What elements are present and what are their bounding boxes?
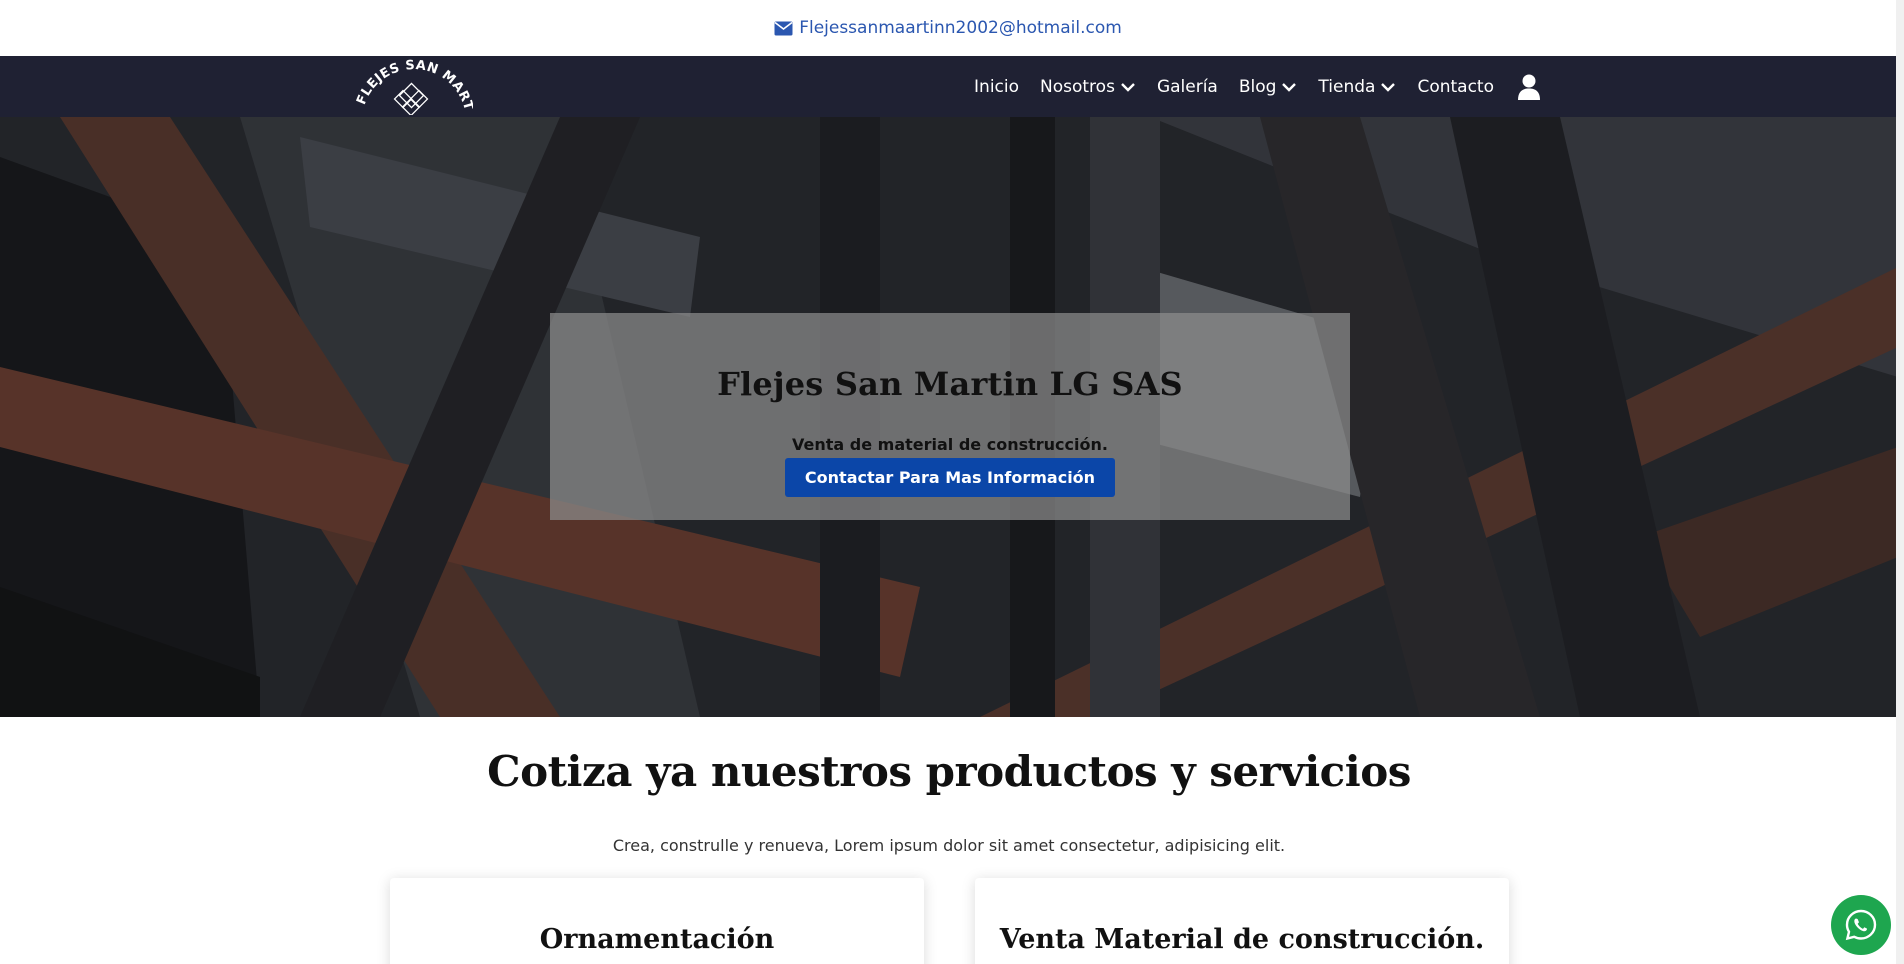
- service-card-ornamentacion[interactable]: Ornamentación: [390, 878, 924, 964]
- top-contact-bar: Flejessanmaartinn2002@hotmail.com: [0, 0, 1904, 56]
- nav-label: Contacto: [1417, 76, 1494, 97]
- nav-label: Nosotros: [1040, 76, 1115, 97]
- nav-item-inicio[interactable]: Inicio: [974, 77, 1019, 97]
- nav-item-galeria[interactable]: Galería: [1157, 77, 1218, 97]
- hero-title: Flejes San Martin LG SAS: [717, 365, 1183, 403]
- contact-cta-button[interactable]: Contactar Para Mas Información: [784, 458, 1116, 497]
- services-subtitle: Crea, construlle y renueva, Lorem ipsum …: [612, 836, 1286, 855]
- hero-subtitle: Venta de material de construcción.: [792, 435, 1108, 454]
- email-text: Flejessanmaartinn2002@hotmail.com: [799, 18, 1122, 38]
- flejes-san-martin-logo[interactable]: FLEJES SAN MARTIN: [355, 59, 473, 115]
- user-icon[interactable]: [1517, 73, 1541, 101]
- services-title: Cotiza ya nuestros productos y servicios: [487, 747, 1411, 796]
- envelope-icon: [774, 21, 793, 35]
- hero-banner: Flejes San Martin LG SAS Venta de materi…: [0, 117, 1898, 717]
- nav-item-nosotros[interactable]: Nosotros: [1040, 77, 1136, 97]
- whatsapp-button[interactable]: [1831, 895, 1891, 955]
- nav-item-tienda[interactable]: Tienda: [1318, 77, 1396, 97]
- nav-menu: Inicio Nosotros Galería Blog Tienda Cont…: [974, 56, 1541, 117]
- nav-label: Tienda: [1318, 76, 1376, 97]
- card-title: Venta Material de construcción.: [999, 924, 1485, 955]
- main-navbar: FLEJES SAN MARTIN Inicio Nosotros Galerí…: [0, 56, 1904, 117]
- chevron-down-icon: [1282, 82, 1297, 92]
- nav-item-blog[interactable]: Blog: [1239, 77, 1298, 97]
- nav-label: Inicio: [974, 76, 1020, 97]
- chevron-down-icon: [1381, 82, 1396, 92]
- chevron-down-icon: [1121, 82, 1135, 92]
- service-card-material[interactable]: Venta Material de construcción.: [975, 878, 1509, 964]
- nav-label: Galería: [1156, 76, 1218, 97]
- card-title: Ornamentación: [539, 924, 775, 955]
- nav-item-contacto[interactable]: Contacto: [1417, 77, 1494, 97]
- page-scrollbar[interactable]: [1896, 0, 1904, 964]
- hero-overlay-box: Flejes San Martin LG SAS Venta de materi…: [550, 313, 1350, 520]
- nav-label: Blog: [1238, 76, 1277, 97]
- email-link[interactable]: Flejessanmaartinn2002@hotmail.com: [774, 18, 1122, 38]
- whatsapp-icon: [1845, 909, 1877, 941]
